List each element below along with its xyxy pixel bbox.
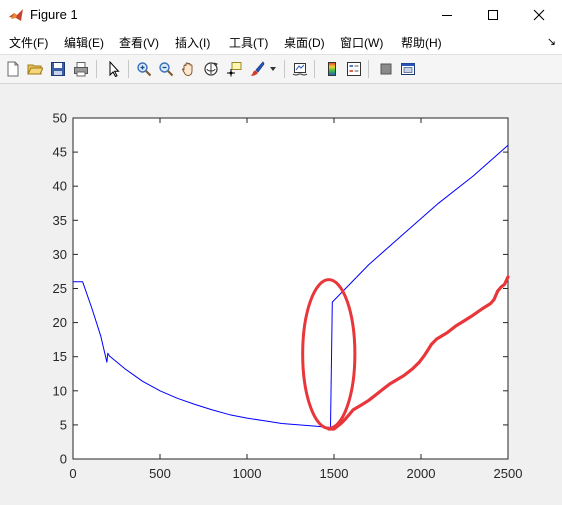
close-icon: [533, 9, 545, 21]
window-title: Figure 1: [30, 7, 78, 22]
brush-dropdown-icon[interactable]: [266, 59, 280, 79]
toolbar-separator: [96, 60, 97, 78]
title-bar: Figure 1: [0, 0, 562, 30]
link-plot-icon[interactable]: [290, 59, 310, 79]
minimize-button[interactable]: [424, 0, 470, 30]
menu-bar: 文件(F) 编辑(E) 查看(V) 插入(I) 工具(T) 桌面(D) 窗口(W…: [0, 30, 562, 55]
y-tick-label: 45: [53, 145, 67, 160]
minimize-icon: [442, 15, 452, 16]
toolbar-separator: [368, 60, 369, 78]
x-tick-label: 2000: [407, 466, 436, 481]
dock-arrow-icon[interactable]: ↘: [547, 35, 556, 48]
axes-box: [72, 117, 509, 460]
y-tick-label: 35: [53, 213, 67, 228]
pan-icon[interactable]: [178, 59, 198, 79]
x-tick-label: 2500: [494, 466, 523, 481]
x-tick-label: 0: [69, 466, 76, 481]
toolbar-separator: [314, 60, 315, 78]
toolbar-separator: [284, 60, 285, 78]
menu-help[interactable]: 帮助(H): [401, 34, 442, 51]
y-tick-label: 10: [53, 383, 67, 398]
open-icon[interactable]: [25, 59, 45, 79]
y-tick-label: 40: [53, 179, 67, 194]
y-tick-label: 50: [53, 111, 67, 126]
toolbar-separator: [128, 60, 129, 78]
menu-view[interactable]: 查看(V): [119, 34, 159, 51]
y-tick-label: 0: [60, 452, 67, 467]
line-plot[interactable]: 0 500 1000 1500 2000 2500 0 5 10 15 20 25 30 35 40 45 50: [0, 84, 562, 505]
zoom-in-icon[interactable]: [134, 59, 154, 79]
y-tick-label: 25: [53, 281, 67, 296]
y-tick-label: 20: [53, 315, 67, 330]
menu-edit[interactable]: 编辑(E): [64, 34, 104, 51]
y-tick-label: 5: [60, 417, 67, 432]
zoom-out-icon[interactable]: [156, 59, 176, 79]
print-icon[interactable]: [71, 59, 91, 79]
new-figure-icon[interactable]: [3, 59, 23, 79]
matlab-logo-icon: [9, 9, 23, 21]
maximize-button[interactable]: [470, 0, 516, 30]
x-tick-label: 500: [149, 466, 171, 481]
x-tick-label: 1000: [233, 466, 262, 481]
rotate-3d-icon[interactable]: [201, 59, 221, 79]
pointer-icon[interactable]: [104, 59, 124, 79]
y-tick-label: 15: [53, 349, 67, 364]
y-tick-label: 30: [53, 247, 67, 262]
x-tick-label: 1500: [320, 466, 349, 481]
data-cursor-icon[interactable]: [224, 59, 244, 79]
menu-desktop[interactable]: 桌面(D): [284, 34, 325, 51]
maximize-icon: [488, 10, 498, 20]
menu-file[interactable]: 文件(F): [9, 34, 48, 51]
save-icon[interactable]: [48, 59, 68, 79]
legend-icon[interactable]: [344, 59, 364, 79]
brush-icon[interactable]: [247, 59, 267, 79]
menu-insert[interactable]: 插入(I): [175, 34, 210, 51]
hide-plot-tools-icon[interactable]: [376, 59, 396, 79]
show-plot-tools-icon[interactable]: [398, 59, 418, 79]
figure-toolbar: [0, 55, 562, 84]
figure-canvas: 0 500 1000 1500 2000 2500 0 5 10 15 20 25 30 35 40 45 50: [0, 84, 562, 505]
menu-tools[interactable]: 工具(T): [229, 34, 268, 51]
colorbar-icon[interactable]: [322, 59, 342, 79]
menu-window[interactable]: 窗口(W): [340, 34, 383, 51]
close-button[interactable]: [516, 0, 562, 30]
